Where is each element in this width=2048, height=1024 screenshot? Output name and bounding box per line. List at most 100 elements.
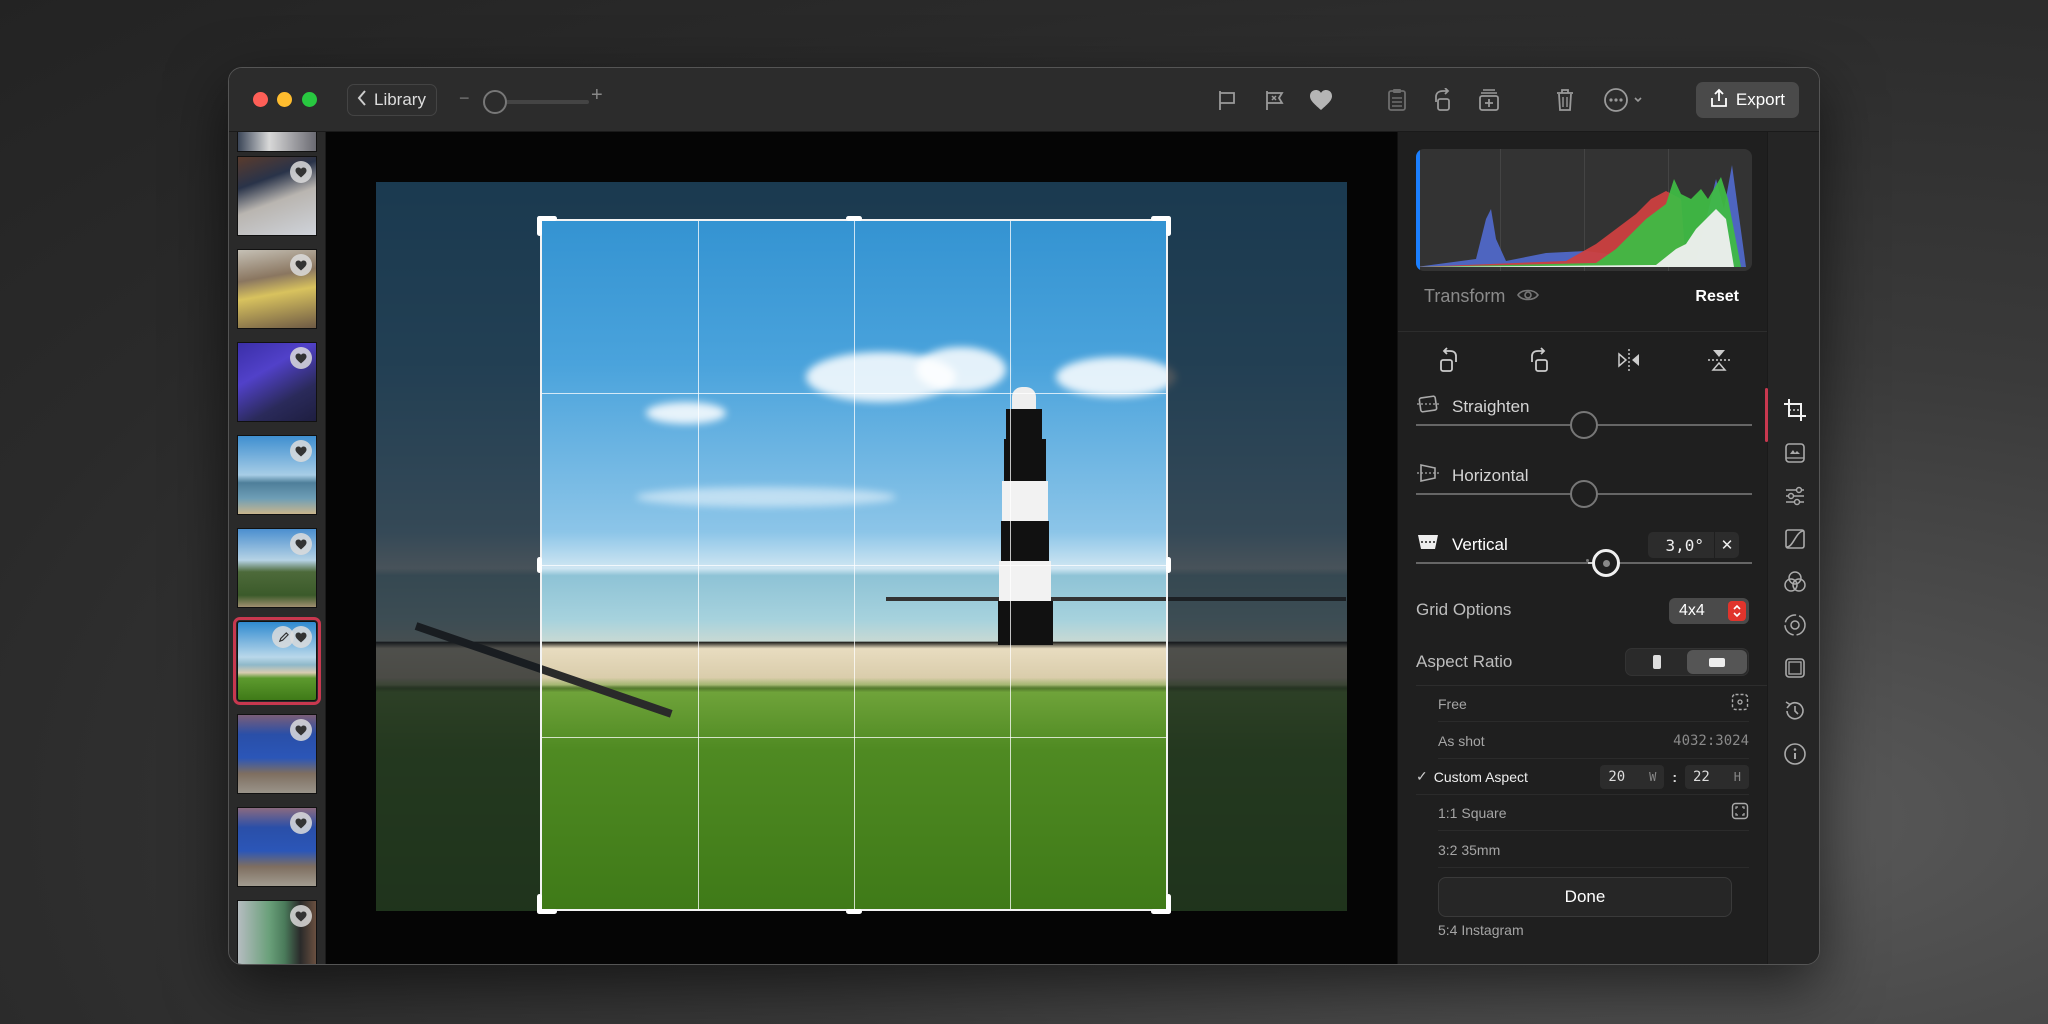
aspect-square-label: 1:1 Square (1438, 804, 1507, 821)
share-icon (1710, 88, 1728, 113)
landscape-icon (1709, 657, 1725, 667)
crop-handle-right[interactable] (1166, 557, 1171, 573)
as-shot-value: 4032:3024 (1673, 732, 1749, 749)
thumbnail[interactable] (237, 900, 317, 964)
trash-icon[interactable] (1551, 86, 1579, 114)
more-options-button[interactable] (1602, 86, 1650, 114)
frame-icon[interactable] (1782, 655, 1808, 681)
crop-handle-top[interactable] (846, 216, 862, 221)
close-window-button[interactable] (253, 92, 268, 107)
favorite-heart-icon[interactable] (290, 347, 312, 369)
aspect-option-square[interactable]: 1:1 Square (1438, 795, 1749, 831)
thumbnail-zoom-slider[interactable]: − (459, 88, 609, 114)
vertical-slider[interactable] (1416, 562, 1752, 564)
eye-icon[interactable] (1517, 286, 1540, 307)
aspect-option-free[interactable]: Free (1438, 686, 1749, 722)
favorite-heart-icon[interactable] (290, 254, 312, 276)
vertical-value-box: 3,0° ✕ (1648, 532, 1739, 558)
favorite-heart-icon[interactable] (290, 719, 312, 741)
zoom-knob[interactable] (483, 90, 507, 114)
rotate-right-icon[interactable] (1524, 345, 1554, 375)
minimize-window-button[interactable] (277, 92, 292, 107)
rotate-left-icon[interactable] (1434, 345, 1464, 375)
photo-editor-window: Library − + Export Transform Reset Strai… (228, 67, 1820, 965)
enhance-icon[interactable] (1782, 440, 1808, 466)
grid-options-stepper[interactable]: 4x4 (1669, 598, 1749, 624)
vignette-icon[interactable] (1782, 612, 1808, 638)
thumbnail[interactable] (237, 528, 317, 608)
crop-handle-top-left[interactable] (537, 216, 542, 236)
crop-icon[interactable] (1782, 397, 1808, 423)
adjust-sliders-icon[interactable] (1782, 483, 1808, 509)
adjustments-clipboard-icon[interactable] (1383, 86, 1411, 114)
heart-icon[interactable] (1307, 86, 1335, 114)
custom-height-value: 22 (1693, 768, 1710, 785)
aspect-option-custom[interactable]: ✓ Custom Aspect 20 W : 22 H (1416, 759, 1749, 795)
crop-handle-bottom-right[interactable] (1166, 894, 1171, 914)
checkmark-icon: ✓ (1416, 768, 1428, 784)
thumbnail[interactable] (237, 342, 317, 422)
export-button[interactable]: Export (1695, 82, 1799, 118)
zoom-out-icon[interactable]: − (459, 88, 470, 109)
favorite-heart-icon[interactable] (290, 905, 312, 927)
favorite-heart-icon[interactable] (290, 440, 312, 462)
thumbnail[interactable] (237, 249, 317, 329)
zoom-window-button[interactable] (302, 92, 317, 107)
flip-vertical-icon[interactable] (1704, 345, 1734, 375)
thumbnail[interactable] (237, 132, 317, 152)
photo-canvas[interactable] (326, 132, 1397, 964)
add-to-album-icon[interactable] (1475, 86, 1503, 114)
landscape-orientation-button[interactable] (1687, 650, 1747, 674)
chevron-left-icon (356, 89, 368, 112)
aspect-free-label: Free (1438, 695, 1467, 712)
straighten-slider-knob[interactable] (1570, 411, 1598, 439)
crop-frame[interactable] (537, 216, 1171, 914)
color-mix-icon[interactable] (1782, 569, 1808, 595)
reset-button[interactable]: Reset (1695, 288, 1739, 306)
crop-handle-bottom[interactable] (846, 909, 862, 914)
aspect-option-instagram[interactable]: 5:4 Instagram (1438, 912, 1749, 948)
flag-icon[interactable] (1213, 86, 1241, 114)
vertical-value-input[interactable]: 3,0° (1648, 532, 1714, 558)
thumbnail[interactable] (237, 807, 317, 887)
vertical-label: Vertical (1452, 534, 1508, 554)
favorite-heart-icon[interactable] (290, 533, 312, 555)
custom-width-input[interactable]: 20 W (1600, 764, 1665, 789)
rotate-icon[interactable] (1429, 86, 1457, 114)
crop-handle-bottom-left[interactable] (537, 894, 542, 914)
favorite-heart-icon[interactable] (290, 812, 312, 834)
thumbnail[interactable] (237, 435, 317, 515)
aspect-option-as-shot[interactable]: As shot 4032:3024 (1438, 723, 1749, 759)
stepper-arrows-icon[interactable] (1728, 601, 1746, 621)
zoom-in-icon[interactable]: + (591, 84, 603, 107)
crop-handle-top-right[interactable] (1166, 216, 1171, 236)
portrait-orientation-button[interactable] (1627, 650, 1687, 674)
thumbnail-selected[interactable] (233, 617, 321, 705)
aspect-option-35mm[interactable]: 3:2 35mm (1438, 832, 1749, 868)
titlebar: Library − + Export (229, 68, 1819, 132)
vertical-slider-knob[interactable] (1592, 549, 1620, 577)
favorite-heart-icon[interactable] (290, 626, 312, 648)
histogram (1416, 149, 1752, 271)
favorite-heart-icon[interactable] (290, 161, 312, 183)
height-unit: H (1733, 769, 1741, 784)
aspect-as-shot-label: As shot (1438, 732, 1485, 749)
vertical-reset-button[interactable]: ✕ (1715, 532, 1739, 558)
done-button[interactable]: Done (1438, 877, 1732, 917)
custom-height-input[interactable]: 22 H (1685, 764, 1749, 789)
library-back-button[interactable]: Library (347, 84, 437, 116)
history-icon[interactable] (1782, 698, 1808, 724)
aspect-orientation-toggle[interactable] (1625, 648, 1749, 676)
thumbnail[interactable] (237, 156, 317, 236)
info-icon[interactable] (1782, 741, 1808, 767)
horizontal-slider-knob[interactable] (1570, 480, 1598, 508)
flip-horizontal-icon[interactable] (1614, 345, 1644, 375)
grid-options-label: Grid Options (1416, 600, 1512, 619)
thumbnail[interactable] (237, 714, 317, 794)
active-tool-indicator (1765, 388, 1768, 442)
filmstrip[interactable] (229, 132, 326, 964)
flag-reject-icon[interactable] (1260, 86, 1288, 114)
crop-handle-left[interactable] (537, 557, 542, 573)
curves-icon[interactable] (1782, 526, 1808, 552)
crop-dim-right (1168, 182, 1347, 911)
